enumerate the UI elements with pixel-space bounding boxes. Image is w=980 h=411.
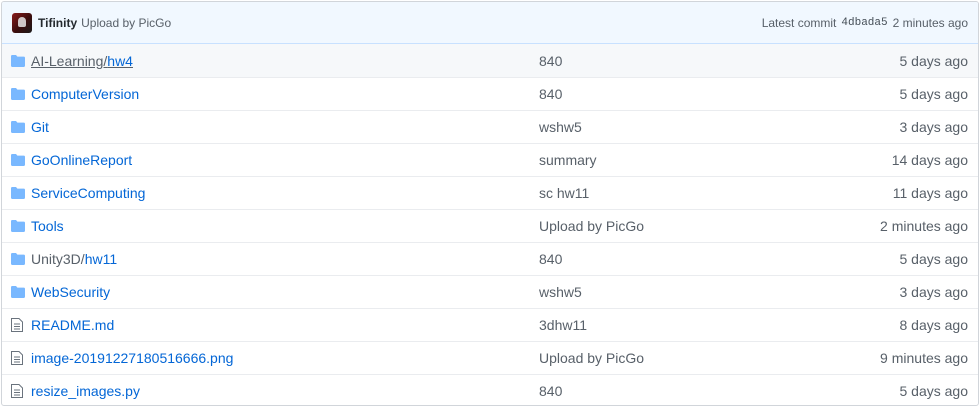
table-row[interactable]: Git wshw5 3 days ago: [2, 110, 978, 143]
table-row[interactable]: ServiceComputing sc hw11 11 days ago: [2, 176, 978, 209]
commit-author-link[interactable]: Tifinity: [38, 16, 77, 30]
row-commit-message[interactable]: 840: [539, 53, 819, 69]
table-row[interactable]: ComputerVersion 840 5 days ago: [2, 77, 978, 110]
folder-icon: [11, 152, 31, 168]
row-commit-message[interactable]: Upload by PicGo: [539, 350, 819, 366]
row-name[interactable]: README.md: [31, 317, 539, 333]
row-name-link[interactable]: ComputerVersion: [31, 86, 139, 102]
row-age: 11 days ago: [892, 185, 968, 201]
row-name-link[interactable]: ServiceComputing: [31, 185, 145, 201]
row-name[interactable]: Git: [31, 119, 539, 135]
file-icon: [11, 383, 31, 399]
table-row[interactable]: AI-Learning/hw4 840 5 days ago: [2, 44, 978, 77]
row-age: 14 days ago: [891, 152, 968, 168]
row-name[interactable]: ServiceComputing: [31, 185, 539, 201]
row-name-link[interactable]: Unity3D/hw11: [31, 251, 117, 267]
table-row[interactable]: Tools Upload by PicGo 2 minutes ago: [2, 209, 978, 242]
row-age: 3 days ago: [899, 284, 969, 300]
row-age: 5 days ago: [899, 383, 969, 399]
table-row[interactable]: WebSecurity wshw5 3 days ago: [2, 275, 978, 308]
row-age: 5 days ago: [899, 52, 969, 69]
row-age: 5 days ago: [899, 86, 969, 102]
row-name-link[interactable]: resize_images.py: [31, 383, 140, 399]
file-list: AI-Learning/hw4 840 5 days ago ComputerV…: [2, 44, 978, 405]
row-age: 2 minutes ago: [880, 218, 968, 234]
commit-sha-link[interactable]: 4dbada5: [841, 17, 887, 29]
row-commit-message[interactable]: wshw5: [539, 284, 819, 300]
folder-icon: [11, 185, 31, 201]
folder-icon: [11, 86, 31, 102]
row-name[interactable]: Tools: [31, 218, 539, 234]
row-name-link[interactable]: README.md: [31, 317, 114, 333]
row-commit-message[interactable]: 840: [539, 251, 819, 267]
row-name-part[interactable]: AI-Learning/: [31, 53, 107, 69]
row-name-part[interactable]: hw4: [107, 53, 133, 69]
row-commit-message[interactable]: summary: [539, 152, 819, 168]
folder-icon: [11, 218, 31, 234]
latest-commit-label: Latest commit: [761, 15, 837, 30]
row-commit-message[interactable]: 3dhw11: [539, 317, 819, 333]
row-name-link[interactable]: Tools: [31, 218, 64, 234]
table-row[interactable]: Unity3D/hw11 840 5 days ago: [2, 242, 978, 275]
table-row[interactable]: image-20191227180516666.png Upload by Pi…: [2, 341, 978, 374]
row-commit-message[interactable]: Upload by PicGo: [539, 218, 819, 234]
folder-icon: [11, 119, 31, 135]
author-avatar[interactable]: [12, 12, 32, 33]
row-name[interactable]: GoOnlineReport: [31, 152, 539, 168]
commit-age: 2 minutes ago: [892, 15, 968, 30]
folder-icon: [11, 284, 31, 300]
row-commit-message[interactable]: sc hw11: [539, 185, 819, 201]
table-row[interactable]: GoOnlineReport summary 14 days ago: [2, 143, 978, 176]
latest-commit-bar: Tifinity Upload by PicGo Latest commit 4…: [2, 2, 978, 44]
row-name[interactable]: ComputerVersion: [31, 86, 539, 102]
row-name[interactable]: resize_images.py: [31, 383, 539, 399]
row-age: 8 days ago: [899, 317, 969, 333]
file-icon: [11, 317, 31, 333]
row-name[interactable]: image-20191227180516666.png: [31, 350, 539, 366]
file-browser-table: Tifinity Upload by PicGo Latest commit 4…: [1, 1, 979, 406]
file-icon: [11, 350, 31, 366]
row-age: 3 days ago: [899, 119, 969, 135]
row-name[interactable]: Unity3D/hw11: [31, 251, 539, 267]
row-name-link[interactable]: WebSecurity: [31, 284, 110, 300]
row-age: 9 minutes ago: [880, 350, 968, 366]
row-commit-message[interactable]: 840: [539, 383, 819, 399]
table-row[interactable]: resize_images.py 840 5 days ago: [2, 374, 978, 405]
folder-icon: [11, 53, 31, 69]
row-name-link[interactable]: GoOnlineReport: [31, 152, 132, 168]
row-age: 5 days ago: [899, 251, 969, 267]
row-name-link[interactable]: image-20191227180516666.png: [31, 350, 233, 366]
row-name-part[interactable]: Unity3D/: [31, 251, 85, 267]
row-name-link[interactable]: AI-Learning/hw4: [31, 53, 133, 69]
table-row[interactable]: README.md 3dhw11 8 days ago: [2, 308, 978, 341]
row-name-part[interactable]: hw11: [85, 251, 117, 267]
commit-message-link[interactable]: Upload by PicGo: [81, 16, 171, 30]
row-commit-message[interactable]: 840: [539, 86, 819, 102]
row-name[interactable]: WebSecurity: [31, 284, 539, 300]
row-name[interactable]: AI-Learning/hw4: [31, 53, 539, 69]
row-commit-message[interactable]: wshw5: [539, 119, 819, 135]
folder-icon: [11, 251, 31, 267]
row-name-link[interactable]: Git: [31, 119, 49, 135]
